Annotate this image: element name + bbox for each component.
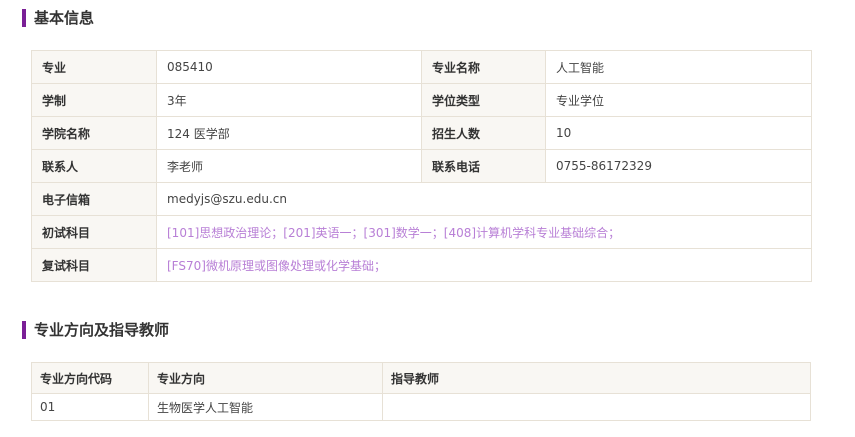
retest-subjects-link[interactable]: [FS70]微机原理或图像处理或化学基础； [156,248,812,282]
prelim-subjects-label: 初试科目 [31,215,157,249]
enrollment-value: 10 [545,116,812,150]
direction-code: 01 [31,393,149,421]
table-row: 学制 3年 学位类型 专业学位 [31,83,812,117]
contact-label: 联系人 [31,149,157,183]
duration-value: 3年 [156,83,422,117]
directions-table: 专业方向代码 专业方向 指导教师 01 生物医学人工智能 [31,362,811,421]
degree-type-value: 专业学位 [545,83,812,117]
college-label: 学院名称 [31,116,157,150]
section-title-basic-info: 基本信息 [22,9,94,27]
direction-advisor [382,393,811,421]
enrollment-label: 招生人数 [421,116,546,150]
column-header-direction: 专业方向 [148,362,383,394]
retest-subjects-label: 复试科目 [31,248,157,282]
basic-info-table: 专业 085410 专业名称 人工智能 学制 3年 学位类型 专业学位 学院名称… [31,50,812,282]
table-row: 01 生物医学人工智能 [31,393,811,421]
table-row: 复试科目 [FS70]微机原理或图像处理或化学基础； [31,248,812,282]
major-label: 专业 [31,50,157,84]
degree-type-label: 学位类型 [421,83,546,117]
column-header-advisor: 指导教师 [382,362,811,394]
contact-value: 李老师 [156,149,422,183]
table-row: 初试科目 [101]思想政治理论；[201]英语一；[301]数学一；[408]… [31,215,812,249]
duration-label: 学制 [31,83,157,117]
prelim-subjects-link[interactable]: [101]思想政治理论；[201]英语一；[301]数学一；[408]计算机学科… [156,215,812,249]
phone-label: 联系电话 [421,149,546,183]
column-header-code: 专业方向代码 [31,362,149,394]
phone-value: 0755-86172329 [545,149,812,183]
email-label: 电子信箱 [31,182,157,216]
table-row: 专业 085410 专业名称 人工智能 [31,50,812,84]
section-title-directions: 专业方向及指导教师 [22,321,169,339]
email-value: medyjs@szu.edu.cn [156,182,812,216]
major-name-label: 专业名称 [421,50,546,84]
table-header-row: 专业方向代码 专业方向 指导教师 [31,362,811,394]
direction-name: 生物医学人工智能 [148,393,383,421]
table-row: 学院名称 124 医学部 招生人数 10 [31,116,812,150]
college-value: 124 医学部 [156,116,422,150]
major-name-value: 人工智能 [545,50,812,84]
table-row: 电子信箱 medyjs@szu.edu.cn [31,182,812,216]
table-row: 联系人 李老师 联系电话 0755-86172329 [31,149,812,183]
major-value: 085410 [156,50,422,84]
